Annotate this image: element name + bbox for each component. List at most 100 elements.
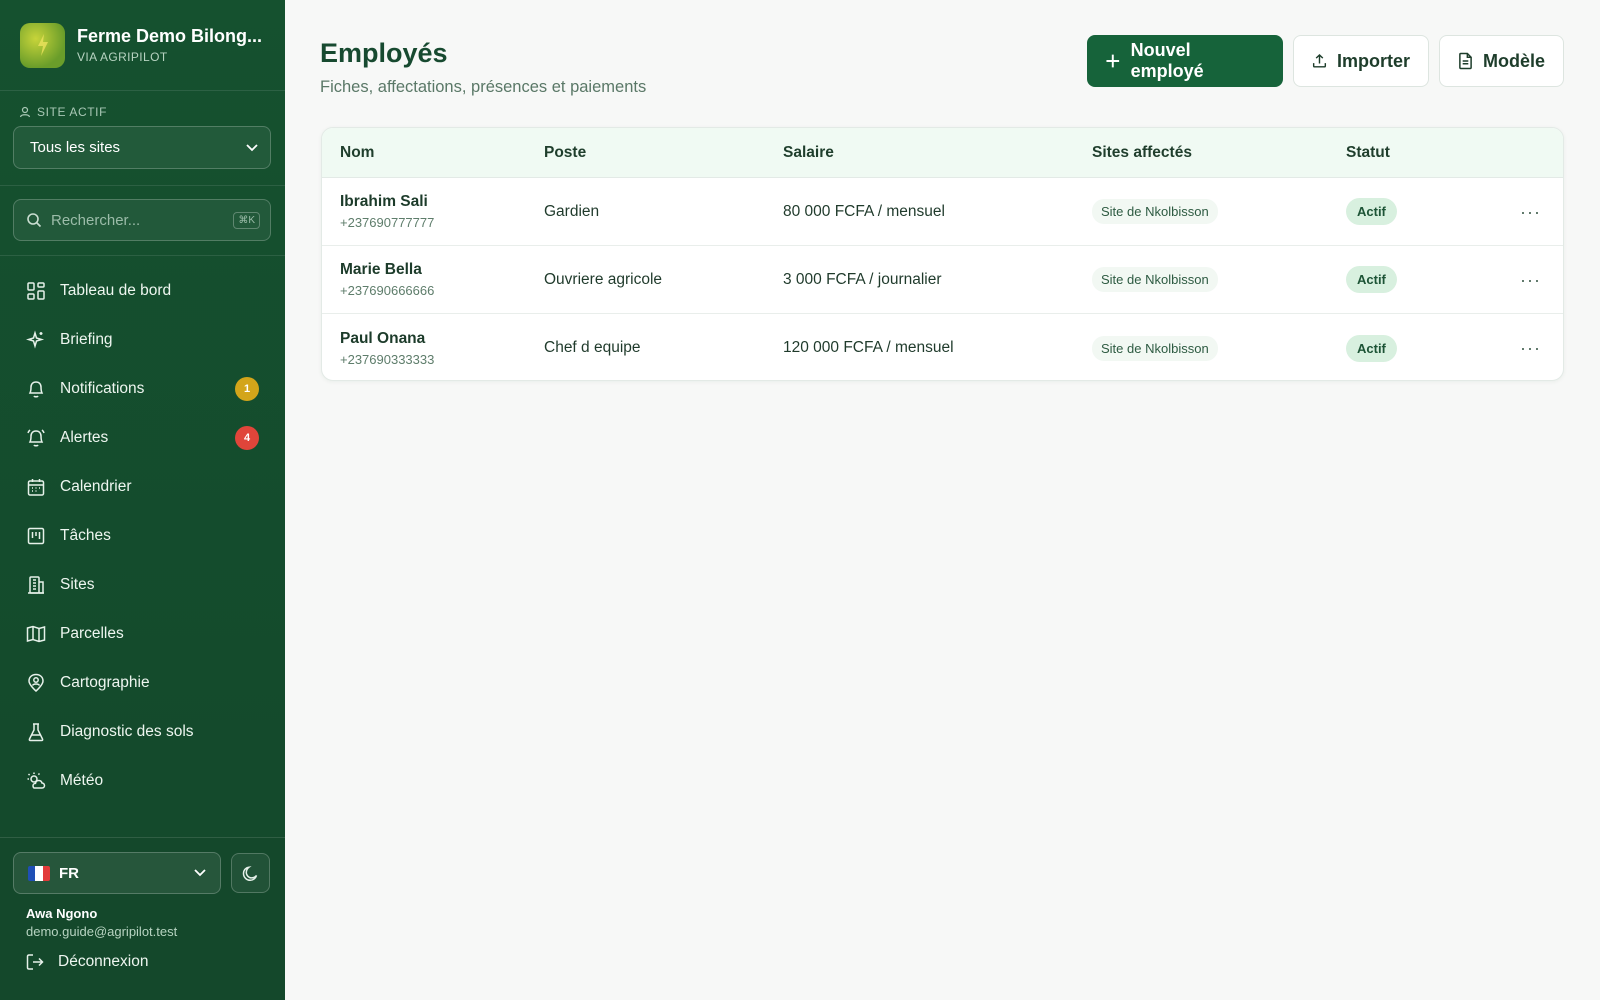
chevron-down-icon	[246, 143, 258, 151]
employee-name[interactable]: Marie Bella	[340, 261, 434, 279]
employee-poste: Chef d equipe	[544, 339, 641, 356]
search-icon	[27, 213, 42, 228]
main-content: Employés Fiches, affectations, présences…	[285, 0, 1600, 1000]
column-header-sites[interactable]: Sites affectés	[1092, 144, 1192, 162]
sidebar-item-notifications[interactable]: Notifications 1	[0, 364, 285, 413]
moon-icon	[242, 865, 258, 881]
search-input[interactable]: Rechercher... ⌘K	[13, 199, 271, 241]
document-icon	[1459, 52, 1472, 70]
sidebar-item-label: Tâches	[60, 526, 111, 544]
site-label-text: SITE ACTIF	[37, 105, 108, 119]
row-more-button[interactable]: ···	[1520, 339, 1541, 357]
sidebar-item-label: Notifications	[60, 379, 145, 397]
sparkle-icon	[26, 329, 46, 350]
column-header-salary[interactable]: Salaire	[783, 144, 834, 162]
employees-table: Nom Poste Salaire Sites affectés Statut …	[321, 127, 1564, 381]
sidebar-item-label: Cartographie	[60, 673, 150, 691]
sidebar-item-label: Alertes	[60, 428, 109, 446]
brand-subtitle: VIA AGRIPILOT	[77, 50, 168, 64]
logout-button[interactable]: Déconnexion	[26, 953, 272, 971]
map-icon	[26, 624, 46, 644]
upload-icon	[1312, 54, 1327, 68]
table-row[interactable]: Paul Onana +237690333333 Chef d equipe 1…	[322, 314, 1563, 380]
employee-name[interactable]: Ibrahim Sali	[340, 193, 434, 211]
farm-logo-icon	[20, 22, 65, 68]
user-email: demo.guide@agripilot.test	[26, 924, 178, 939]
status-badge: Actif	[1346, 198, 1397, 225]
employee-salary: 80 000 FCFA / mensuel	[783, 202, 945, 220]
page-title: Employés	[320, 38, 448, 68]
search-shortcut: ⌘K	[233, 211, 260, 229]
french-flag-icon	[28, 865, 50, 881]
sidebar-item-label: Sites	[60, 575, 95, 593]
template-label: Modèle	[1482, 50, 1545, 71]
employee-phone: +237690777777	[340, 215, 435, 230]
sidebar-item-tasks[interactable]: Tâches	[0, 511, 285, 560]
building-icon	[26, 575, 46, 595]
new-employee-label: Nouvel employé	[1130, 40, 1204, 81]
import-button[interactable]: Importer	[1293, 35, 1429, 87]
employee-poste: Gardien	[544, 202, 600, 220]
sidebar-item-label: Météo	[60, 771, 104, 789]
column-header-poste[interactable]: Poste	[544, 144, 586, 162]
theme-toggle-button[interactable]	[231, 853, 270, 893]
employee-salary: 3 000 FCFA / journalier	[783, 270, 942, 288]
column-header-status[interactable]: Statut	[1346, 144, 1390, 162]
user-icon	[19, 106, 31, 118]
sidebar-item-briefing[interactable]: Briefing	[0, 315, 285, 364]
sidebar-item-mapping[interactable]: Cartographie	[0, 658, 285, 707]
sidebar-item-soil-diagnosis[interactable]: Diagnostic des sols	[0, 707, 285, 756]
logout-icon	[26, 954, 44, 970]
status-badge: Actif	[1346, 266, 1397, 293]
flask-icon	[26, 722, 46, 742]
brand-header[interactable]: Ferme Demo Bilong... VIA AGRIPILOT	[0, 0, 285, 91]
assigned-site-chip: Site de Nkolbisson	[1092, 267, 1218, 292]
import-label: Importer	[1336, 50, 1410, 71]
dashboard-icon	[26, 281, 46, 301]
sidebar-item-parcels[interactable]: Parcelles	[0, 609, 285, 658]
site-select[interactable]: Tous les sites	[13, 126, 271, 169]
sidebar-item-calendar[interactable]: Calendrier	[0, 462, 285, 511]
search-placeholder: Rechercher...	[51, 211, 141, 229]
employee-poste: Ouvriere agricole	[544, 270, 663, 288]
template-button[interactable]: Modèle	[1439, 35, 1564, 87]
map-pin-user-icon	[26, 673, 46, 693]
kanban-icon	[26, 526, 46, 546]
sidebar-nav: Tableau de bord Briefing Notifications 1…	[0, 256, 285, 805]
alarm-bell-icon	[26, 428, 46, 448]
table-header: Nom Poste Salaire Sites affectés Statut	[322, 128, 1563, 178]
page-actions: Nouvel employé Importer Modèle	[1077, 35, 1564, 87]
sidebar: Ferme Demo Bilong... VIA AGRIPILOT SITE …	[0, 0, 285, 1000]
alerts-count-badge: 4	[235, 425, 259, 450]
sidebar-item-label: Calendrier	[60, 477, 132, 495]
notifications-count-badge: 1	[235, 376, 259, 401]
language-select[interactable]: FR	[13, 852, 221, 894]
calendar-icon	[26, 477, 46, 497]
language-code: FR	[59, 864, 79, 882]
active-site-block: SITE ACTIF Tous les sites	[0, 91, 285, 186]
assigned-site-chip: Site de Nkolbisson	[1092, 335, 1218, 361]
assigned-site-chip: Site de Nkolbisson	[1092, 199, 1218, 224]
sidebar-item-alerts[interactable]: Alertes 4	[0, 413, 285, 462]
row-more-button[interactable]: ···	[1520, 271, 1541, 289]
bell-icon	[26, 379, 46, 399]
sidebar-item-dashboard[interactable]: Tableau de bord	[0, 266, 285, 315]
table-row[interactable]: Marie Bella +237690666666 Ouvriere agric…	[322, 246, 1563, 314]
search-block: Rechercher... ⌘K	[0, 186, 285, 256]
site-select-value: Tous les sites	[30, 139, 121, 156]
employee-phone: +237690666666	[340, 283, 435, 298]
user-name: Awa Ngono	[26, 906, 98, 921]
sidebar-item-weather[interactable]: Météo	[0, 756, 285, 805]
column-header-name[interactable]: Nom	[340, 144, 374, 162]
employee-name[interactable]: Paul Onana	[340, 330, 434, 348]
row-more-button[interactable]: ···	[1520, 203, 1541, 221]
sidebar-item-label: Briefing	[60, 330, 113, 348]
sidebar-item-label: Diagnostic des sols	[60, 722, 194, 740]
sun-cloud-icon	[26, 771, 46, 791]
sidebar-footer: FR Awa Ngono demo.guide@agripilot.test D…	[0, 837, 285, 1000]
plus-icon	[1106, 54, 1120, 68]
sidebar-item-sites[interactable]: Sites	[0, 560, 285, 609]
farm-name: Ferme Demo Bilong...	[77, 26, 263, 46]
new-employee-button[interactable]: Nouvel employé	[1087, 35, 1283, 87]
table-row[interactable]: Ibrahim Sali +237690777777 Gardien 80 00…	[322, 178, 1563, 246]
